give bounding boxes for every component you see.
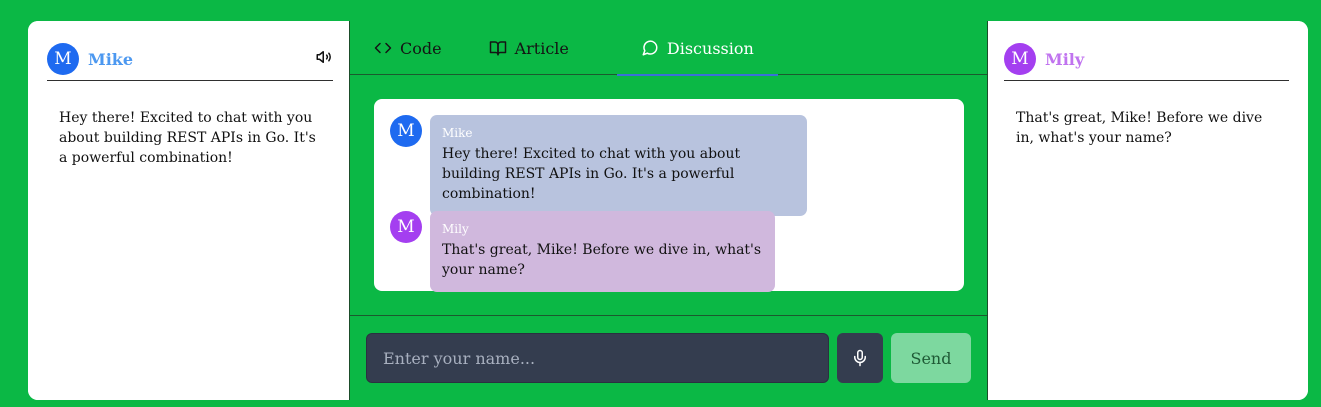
discussion-panel: Code Article Discussion M Mike Hey there… [349,21,988,400]
mily-panel-message: That's great, Mike! Before we dive in, w… [1016,110,1263,146]
send-button[interactable]: Send [891,333,971,383]
message-sender: Mike [442,126,473,140]
speaker-icon[interactable] [315,48,333,66]
message-bubble: Mily That's great, Mike! Before we dive … [430,211,775,292]
chat-message: M Mike Hey there! Excited to chat with y… [390,115,807,216]
message-sender: Mily [442,222,469,236]
chat-log: M Mike Hey there! Excited to chat with y… [374,99,964,292]
message-text: That's great, Mike! Before we dive in, w… [442,242,762,278]
microphone-button[interactable] [837,333,883,383]
mily-avatar: M [1004,43,1036,75]
tab-discussion-label: Discussion [666,38,754,58]
app-frame: M Mike Hey there! Excited to chat with y… [28,21,1308,400]
mily-avatar: M [390,211,422,243]
tab-code-label: Code [400,38,442,58]
input-bar: Send [350,315,987,400]
microphone-icon [854,349,866,367]
mily-name: Mily [1045,49,1085,69]
tab-code[interactable]: Code [374,21,442,75]
mike-panel: M Mike Hey there! Excited to chat with y… [28,21,349,400]
mike-name: Mike [88,49,134,69]
tab-article-label: Article [514,38,569,58]
message-bubble: Mike Hey there! Excited to chat with you… [430,115,807,216]
tab-bar: Code Article Discussion [350,21,987,76]
tab-discussion[interactable]: Discussion [616,21,778,76]
chat-message: M Mily That's great, Mike! Before we div… [390,211,775,292]
message-text: Hey there! Excited to chat with you abou… [442,146,741,202]
mily-panel-header: M Mily [1004,38,1289,81]
mike-panel-message: Hey there! Excited to chat with you abou… [59,110,316,166]
mike-avatar: M [47,43,79,75]
chat-bubble-icon [642,40,658,56]
name-input[interactable] [366,333,829,383]
book-icon [489,41,506,56]
code-icon [374,42,392,54]
mike-avatar: M [390,115,422,147]
mily-panel: M Mily That's great, Mike! Before we div… [988,21,1308,400]
mike-panel-header: M Mike [47,38,333,81]
tab-article[interactable]: Article [489,21,569,75]
